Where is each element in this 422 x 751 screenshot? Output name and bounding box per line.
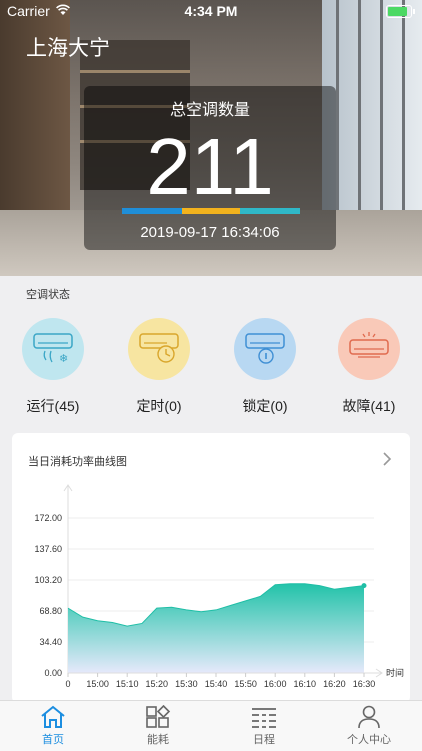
status-running[interactable]: ❄ 运行(45) bbox=[13, 318, 93, 416]
status-locked-label: 锁定(0) bbox=[242, 398, 288, 414]
x-axis-label: 时间 bbox=[386, 667, 404, 678]
status-fault[interactable]: 故障(41) bbox=[329, 318, 409, 416]
tab-schedule[interactable]: 日程 bbox=[224, 705, 304, 747]
status-locked[interactable]: 锁定(0) bbox=[225, 318, 305, 416]
home-icon bbox=[41, 705, 65, 728]
status-fault-label: 故障(41) bbox=[342, 398, 396, 414]
tab-profile[interactable]: 个人中心 bbox=[329, 705, 409, 747]
hero-banner: Carrier 4:34 PM 上海大宁 总空调数量 211 2019-09-1… bbox=[0, 0, 422, 276]
power-area-fill bbox=[68, 583, 364, 673]
total-ac-card: 总空调数量 211 2019-09-17 16:34:06 bbox=[84, 86, 336, 250]
total-ac-label: 总空调数量 bbox=[169, 102, 250, 119]
x-tick-label: 0 bbox=[65, 679, 70, 689]
x-tick-label: 16:30 bbox=[353, 679, 376, 689]
ac-running-icon: ❄ bbox=[22, 318, 84, 380]
x-tick-label: 15:50 bbox=[234, 679, 257, 689]
energy-grid-icon bbox=[146, 705, 171, 728]
schedule-icon bbox=[252, 708, 276, 728]
ac-timer-icon bbox=[128, 318, 190, 380]
x-tick-label: 15:40 bbox=[205, 679, 228, 689]
status-bar: Carrier 4:34 PM bbox=[0, 0, 422, 22]
bar-segment-blue bbox=[122, 208, 182, 214]
current-datetime: 2019-09-17 16:34:06 bbox=[140, 224, 280, 241]
total-ac-count: 211 bbox=[146, 122, 274, 211]
section-title-ac-status: 空调状态 bbox=[26, 289, 70, 301]
y-tick-label: 137.60 bbox=[34, 544, 62, 554]
x-tick-label: 15:20 bbox=[146, 679, 169, 689]
status-running-label: 运行(45) bbox=[26, 398, 80, 414]
x-tick-label: 15:00 bbox=[86, 679, 109, 689]
bar-segment-teal bbox=[240, 208, 300, 214]
x-tick-label: 16:10 bbox=[294, 679, 317, 689]
city-title[interactable]: 上海大宁 bbox=[26, 32, 110, 62]
x-tick-label: 15:10 bbox=[116, 679, 139, 689]
tab-energy-label: 能耗 bbox=[147, 734, 169, 746]
y-tick-label: 34.40 bbox=[39, 637, 62, 647]
y-tick-label: 0.00 bbox=[44, 668, 62, 678]
x-tick-label: 16:20 bbox=[323, 679, 346, 689]
y-tick-label: 172.00 bbox=[34, 513, 62, 523]
status-timer[interactable]: 定时(0) bbox=[119, 318, 199, 416]
tab-bar: 首页 能耗 日程 个人中心 bbox=[0, 700, 422, 751]
power-last-point bbox=[361, 583, 367, 589]
bar-segment-yellow bbox=[182, 208, 240, 214]
person-icon bbox=[358, 705, 380, 729]
tab-profile-label: 个人中心 bbox=[347, 734, 391, 746]
status-time: 4:34 PM bbox=[184, 3, 238, 19]
y-tick-label: 103.20 bbox=[34, 575, 62, 585]
y-tick-label: 68.80 bbox=[39, 606, 62, 616]
ac-fault-icon bbox=[338, 318, 400, 380]
battery-icon bbox=[386, 5, 415, 18]
status-timer-label: 定时(0) bbox=[136, 398, 182, 414]
tab-energy[interactable]: 能耗 bbox=[118, 705, 198, 747]
x-tick-label: 15:30 bbox=[175, 679, 198, 689]
power-chart-card[interactable]: 当日消耗功率曲线图 0.00 34.40 68.80 103.20 137.60 172.… bbox=[12, 433, 410, 703]
power-area-chart: 0.00 34.40 68.80 103.20 137.60 172.00 0 15:00 15… bbox=[34, 484, 404, 689]
x-tick-label: 16:00 bbox=[264, 679, 287, 689]
status-color-bar bbox=[122, 208, 300, 214]
tab-home-label: 首页 bbox=[42, 734, 64, 746]
tab-home[interactable]: 首页 bbox=[13, 705, 93, 747]
tab-schedule-label: 日程 bbox=[253, 734, 275, 746]
ac-locked-icon bbox=[234, 318, 296, 380]
svg-text:❄: ❄ bbox=[59, 353, 68, 365]
